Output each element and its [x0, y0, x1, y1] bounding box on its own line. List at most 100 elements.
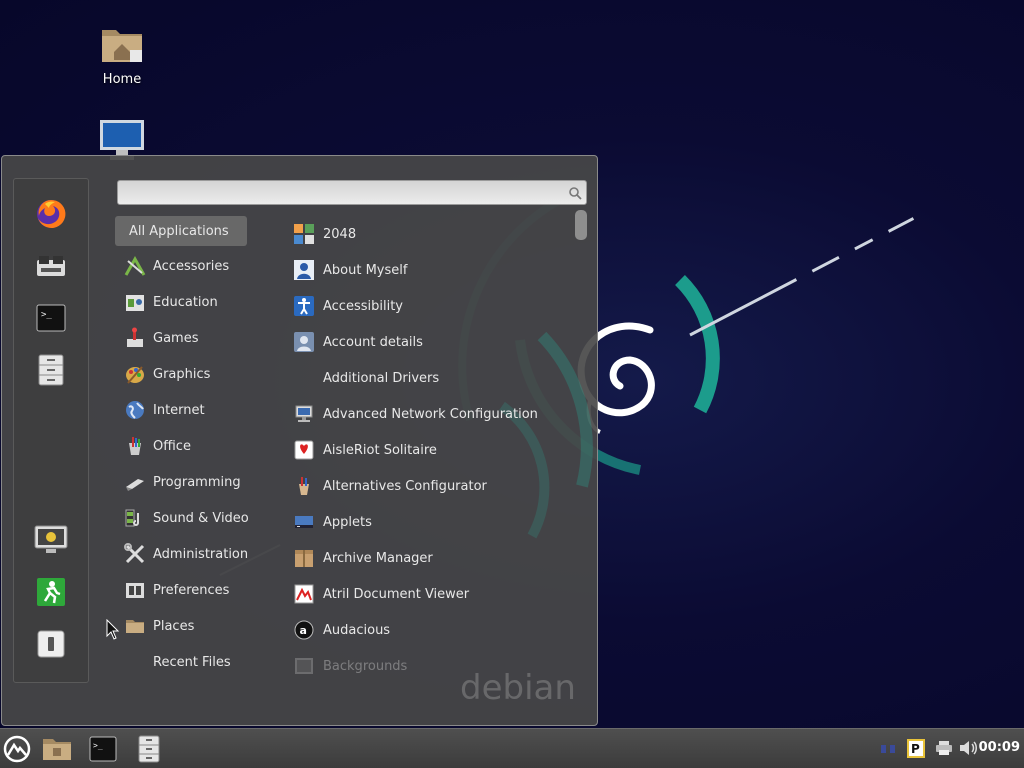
taskbar: >_ P 00:09 — [0, 728, 1024, 768]
office-icon — [129, 437, 141, 455]
application-list: 2048 About Myself Accessibility Account … — [290, 216, 570, 684]
app-item-additional-drivers[interactable]: Additional Drivers — [290, 360, 570, 396]
2048-icon — [294, 224, 314, 244]
cards-icon — [294, 440, 314, 460]
category-label: Sound & Video — [153, 510, 249, 526]
category-label: Internet — [153, 402, 205, 418]
accessories-icon — [124, 255, 146, 276]
category-accessories[interactable]: Accessories — [115, 248, 255, 284]
category-administration[interactable]: Administration — [115, 536, 255, 572]
category-all-applications[interactable]: All Applications — [115, 216, 247, 246]
app-label: Applets — [323, 514, 372, 530]
category-education[interactable]: Education — [115, 284, 255, 320]
folder-home-icon — [102, 30, 142, 62]
app-item-applets[interactable]: Applets — [290, 504, 570, 540]
search-input[interactable] — [117, 180, 587, 205]
power-icon — [37, 630, 65, 658]
lock-screen-button[interactable] — [34, 523, 68, 557]
app-label: Account details — [323, 334, 423, 350]
category-sound-video[interactable]: Sound & Video — [115, 500, 255, 536]
volume-icon — [960, 741, 977, 755]
application-menu: debian >_ All Applications Accessories E… — [1, 155, 598, 726]
printer-icon — [936, 741, 952, 755]
app-item-aisleriot-solitaire[interactable]: AisleRiot Solitaire — [290, 432, 570, 468]
app-item-advanced-network-configuration[interactable]: Advanced Network Configuration — [290, 396, 570, 432]
category-internet[interactable]: Internet — [115, 392, 255, 428]
clipboard-icon: P — [907, 739, 925, 758]
alternatives-icon — [299, 477, 309, 495]
app-item-audacious[interactable]: a Audacious — [290, 612, 570, 648]
svg-text:>_: >_ — [93, 741, 103, 750]
app-item-accessibility[interactable]: Accessibility — [290, 288, 570, 324]
taskbar-launcher-file-manager[interactable] — [133, 733, 165, 765]
favorite-file-manager[interactable] — [34, 353, 68, 387]
logout-button[interactable] — [34, 575, 68, 609]
favorite-firefox[interactable] — [34, 197, 68, 231]
network-icon — [881, 745, 895, 753]
category-graphics[interactable]: Graphics — [115, 356, 255, 392]
category-label: Graphics — [153, 366, 211, 382]
internet-globe-icon — [126, 401, 144, 419]
category-label: All Applications — [129, 223, 229, 239]
category-programming[interactable]: Programming — [115, 464, 255, 500]
terminal-icon: >_ — [36, 304, 66, 332]
app-item-account-details[interactable]: Account details — [290, 324, 570, 360]
app-label: About Myself — [323, 262, 408, 278]
category-recent-files[interactable]: Recent Files — [115, 644, 255, 680]
app-item-atril-document-viewer[interactable]: Atril Document Viewer — [290, 576, 570, 612]
app-item-about-myself[interactable]: About Myself — [290, 252, 570, 288]
app-item-alternatives-configurator[interactable]: Alternatives Configurator — [290, 468, 570, 504]
administration-icon — [124, 543, 145, 564]
app-item-backgrounds[interactable]: Backgrounds — [290, 648, 570, 684]
lock-screen-icon — [34, 525, 68, 553]
app-label: Archive Manager — [323, 550, 433, 566]
app-label: AisleRiot Solitaire — [323, 442, 437, 458]
mouse-cursor-icon — [106, 619, 120, 640]
app-list-scrollbar[interactable] — [575, 208, 587, 683]
sound-video-icon — [125, 509, 139, 527]
audacious-icon: a — [294, 620, 314, 640]
app-list-scrollbar-thumb[interactable] — [575, 210, 587, 240]
tray-network[interactable] — [877, 737, 899, 759]
svg-text:P: P — [911, 742, 920, 756]
search-icon[interactable] — [568, 186, 582, 200]
folder-icon — [126, 620, 144, 633]
category-label: Programming — [153, 474, 241, 490]
svg-text:>_: >_ — [41, 310, 52, 320]
app-item-archive-manager[interactable]: Archive Manager — [290, 540, 570, 576]
app-label: 2048 — [323, 226, 357, 242]
education-icon — [126, 295, 144, 311]
app-label: Alternatives Configurator — [323, 478, 487, 494]
cinnamon-menu-icon — [3, 735, 31, 763]
favorites-panel: >_ — [13, 178, 89, 683]
category-places[interactable]: Places — [115, 608, 255, 644]
terminal-icon: >_ — [89, 736, 117, 762]
games-icon — [127, 327, 143, 347]
desktop-icon-home[interactable]: Home — [77, 20, 167, 87]
category-label: Preferences — [153, 582, 230, 598]
category-office[interactable]: Office — [115, 428, 255, 464]
tray-clipboard[interactable]: P — [905, 737, 927, 759]
svg-text:a: a — [300, 624, 307, 637]
taskbar-clock[interactable]: 00:09 — [979, 740, 1020, 755]
app-label: Atril Document Viewer — [323, 586, 470, 602]
taskbar-launcher-terminal[interactable]: >_ — [87, 733, 119, 765]
app-item-2048[interactable]: 2048 — [290, 216, 570, 252]
category-label: Administration — [153, 546, 249, 562]
applets-icon — [295, 516, 313, 528]
file-cabinet-icon — [38, 354, 64, 386]
tray-printer[interactable] — [933, 737, 955, 759]
taskbar-launcher-files[interactable] — [41, 733, 73, 765]
menu-button[interactable] — [1, 733, 33, 765]
category-label: Office — [153, 438, 191, 454]
programming-icon — [126, 479, 144, 491]
category-preferences[interactable]: Preferences — [115, 572, 255, 608]
category-label: Places — [153, 618, 195, 634]
favorite-software-manager[interactable] — [34, 249, 68, 283]
tray-volume[interactable] — [958, 737, 980, 759]
category-games[interactable]: Games — [115, 320, 255, 356]
shutdown-button[interactable] — [34, 627, 68, 661]
favorite-terminal[interactable]: >_ — [34, 301, 68, 335]
category-list: All Applications Accessories Education G… — [115, 216, 255, 680]
category-label: Games — [153, 330, 199, 346]
